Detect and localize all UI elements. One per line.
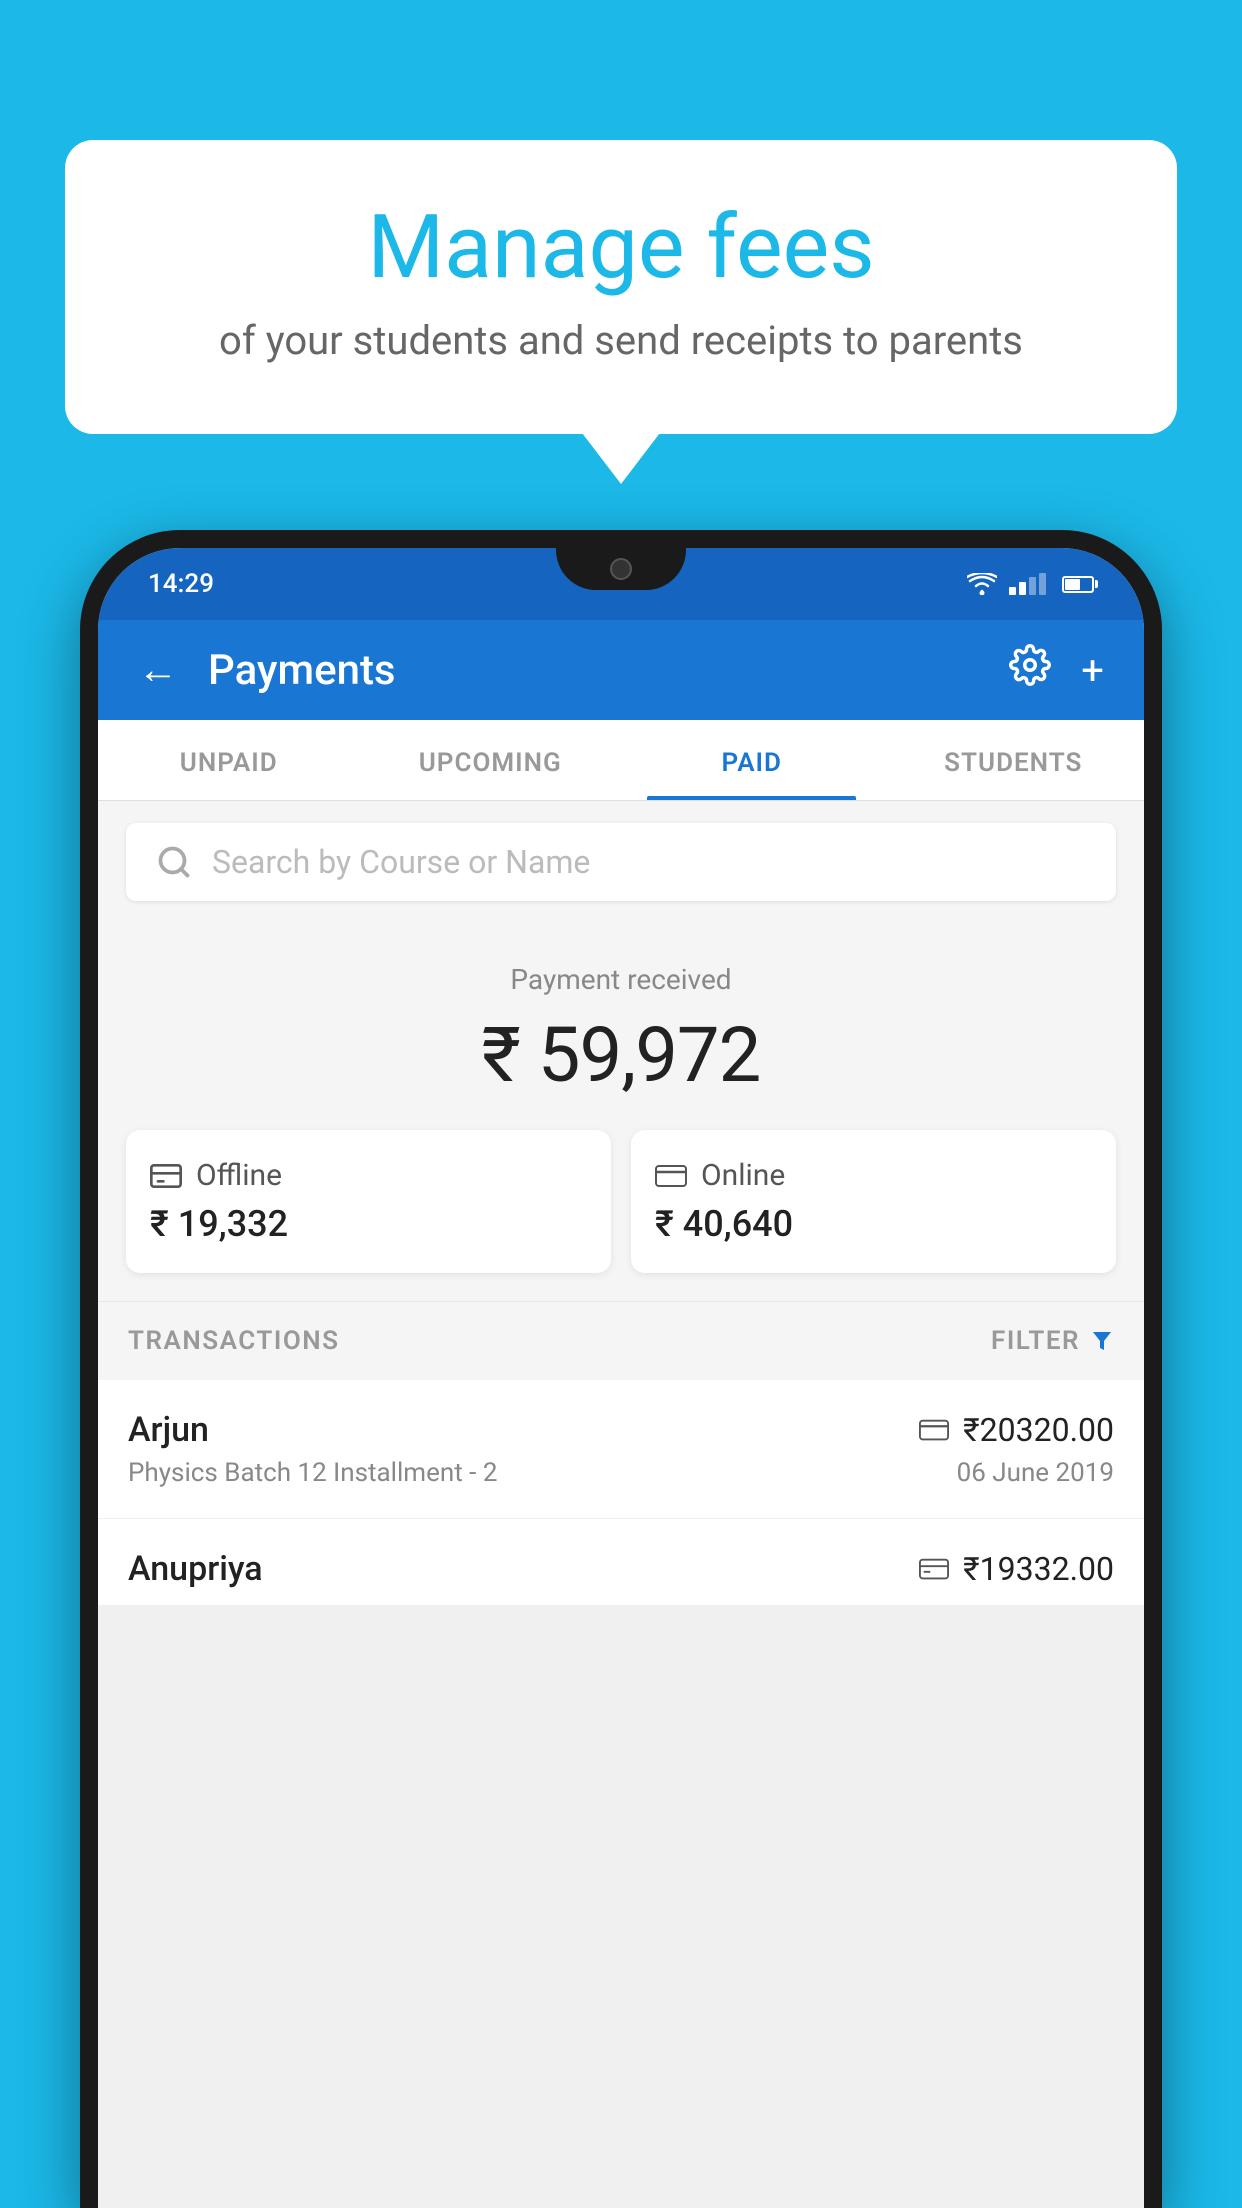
payment-section: Payment received ₹ 59,972 — [98, 923, 1144, 1130]
filter-label: FILTER — [991, 1326, 1080, 1356]
offline-payment-icon — [150, 1160, 182, 1192]
search-icon — [156, 844, 192, 880]
status-icons — [967, 573, 1094, 595]
tabs-bar: UNPAID UPCOMING PAID STUDENTS — [98, 720, 1144, 801]
payment-cards: Offline ₹ 19,332 Online ₹ 40,640 — [98, 1130, 1144, 1301]
transactions-header: TRANSACTIONS FILTER — [98, 1301, 1144, 1380]
notch-camera — [610, 558, 632, 580]
transaction-offline-icon — [919, 1558, 949, 1580]
status-time: 14:29 — [148, 569, 214, 599]
offline-payment-card: Offline ₹ 19,332 — [126, 1130, 611, 1273]
payment-amount: ₹ 59,972 — [126, 1010, 1116, 1100]
online-payment-card: Online ₹ 40,640 — [631, 1130, 1116, 1273]
bubble-subtitle: of your students and send receipts to pa… — [145, 317, 1097, 364]
status-bar: 14:29 — [98, 548, 1144, 620]
phone-frame: 14:29 — [80, 530, 1162, 2208]
transaction-row-partial[interactable]: Anupriya ₹19332.00 — [98, 1519, 1144, 1605]
offline-amount: ₹ 19,332 — [150, 1203, 587, 1245]
transaction-top: Arjun ₹20320.00 — [128, 1410, 1114, 1450]
speech-bubble: Manage fees of your students and send re… — [65, 140, 1177, 434]
online-card-header: Online — [655, 1158, 1092, 1193]
online-label: Online — [701, 1158, 785, 1193]
transactions-label: TRANSACTIONS — [128, 1326, 340, 1356]
tab-paid[interactable]: PAID — [621, 720, 883, 800]
phone-inner: 14:29 — [98, 548, 1144, 2208]
search-placeholder: Search by Course or Name — [212, 843, 590, 881]
transaction-amount-wrap-2: ₹19332.00 — [919, 1550, 1114, 1588]
payment-label: Payment received — [126, 963, 1116, 996]
transaction-amount-2: ₹19332.00 — [963, 1550, 1114, 1588]
battery-icon — [1062, 576, 1094, 593]
search-container: Search by Course or Name — [98, 801, 1144, 923]
background: Manage fees of your students and send re… — [0, 0, 1242, 2208]
tab-upcoming[interactable]: UPCOMING — [360, 720, 622, 800]
signal-bars-icon — [1009, 573, 1046, 595]
offline-label: Offline — [196, 1158, 282, 1193]
bubble-title: Manage fees — [145, 200, 1097, 297]
filter-icon — [1090, 1329, 1114, 1353]
offline-card-header: Offline — [150, 1158, 587, 1193]
back-button[interactable]: ← — [138, 650, 178, 690]
wifi-icon — [967, 573, 997, 595]
transaction-course: Physics Batch 12 Installment - 2 — [128, 1458, 497, 1488]
settings-icon[interactable] — [1009, 644, 1051, 696]
header-icons: + — [1009, 644, 1104, 696]
filter-button[interactable]: FILTER — [991, 1326, 1114, 1356]
transaction-card-icon — [919, 1419, 949, 1441]
transaction-name: Arjun — [128, 1410, 209, 1450]
phone-notch — [556, 548, 686, 590]
tab-unpaid[interactable]: UNPAID — [98, 720, 360, 800]
transaction-amount: ₹20320.00 — [963, 1411, 1114, 1449]
transaction-name-2: Anupriya — [128, 1549, 263, 1589]
transaction-bottom: Physics Batch 12 Installment - 2 06 June… — [128, 1458, 1114, 1488]
transaction-date: 06 June 2019 — [957, 1458, 1114, 1488]
transaction-top-partial: Anupriya ₹19332.00 — [128, 1549, 1114, 1589]
transaction-amount-wrap: ₹20320.00 — [919, 1411, 1114, 1449]
online-payment-icon — [655, 1165, 687, 1187]
transaction-row[interactable]: Arjun ₹20320.00 Physics Batch 12 Install… — [98, 1380, 1144, 1519]
add-button[interactable]: + — [1081, 647, 1104, 694]
header-title: Payments — [208, 646, 979, 695]
search-box[interactable]: Search by Course or Name — [126, 823, 1116, 901]
online-amount: ₹ 40,640 — [655, 1203, 1092, 1245]
tab-students[interactable]: STUDENTS — [883, 720, 1145, 800]
app-header: ← Payments + — [98, 620, 1144, 720]
speech-bubble-container: Manage fees of your students and send re… — [65, 140, 1177, 434]
